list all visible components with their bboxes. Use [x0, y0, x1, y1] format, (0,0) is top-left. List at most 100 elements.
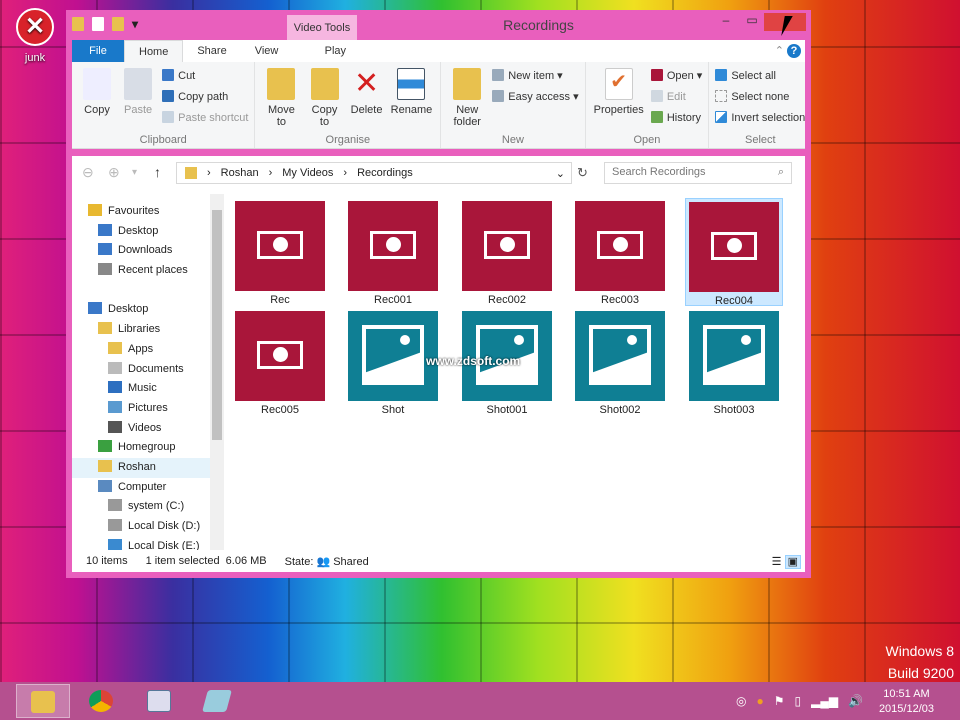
- open-button[interactable]: Open ▾: [650, 66, 702, 87]
- new-group-label: New: [501, 134, 524, 146]
- rename-button[interactable]: Rename: [389, 66, 435, 116]
- paste-button[interactable]: Paste: [119, 66, 157, 116]
- nav-item[interactable]: Documents: [72, 360, 210, 380]
- nav-item-icon: [108, 538, 122, 550]
- copy-button[interactable]: Copy: [78, 66, 116, 116]
- nav-item[interactable]: Recent places: [72, 261, 210, 281]
- nav-item[interactable]: Desktop: [72, 222, 210, 242]
- record-icon[interactable]: ◎: [736, 694, 746, 708]
- nav-item[interactable]: Computer: [72, 478, 210, 498]
- edit-button[interactable]: Edit: [650, 87, 703, 108]
- recent-locations-dropdown[interactable]: ▾: [132, 167, 137, 178]
- nav-item[interactable]: Homegroup: [72, 438, 210, 458]
- collapse-ribbon-icon[interactable]: ⌃: [775, 45, 784, 57]
- file-item[interactable]: Rec: [231, 198, 329, 306]
- paste-shortcut-button[interactable]: Paste shortcut: [162, 108, 248, 129]
- nav-item[interactable]: Local Disk (D:): [72, 517, 210, 537]
- nav-item-label: Recent places: [118, 264, 188, 277]
- invert-selection-icon: [715, 111, 728, 123]
- nav-item[interactable]: Roshan: [72, 457, 210, 478]
- wordpad-icon: [147, 690, 171, 712]
- desktop-icon-junk[interactable]: ✕ junk: [12, 8, 58, 64]
- image-file-icon: [575, 311, 665, 401]
- navigation-pane: Favourites Desktop Downloads Recent places D…: [72, 194, 210, 550]
- copy-path-button[interactable]: Copy path: [162, 87, 248, 108]
- details-view-button[interactable]: ☰: [772, 556, 782, 568]
- open-icon: [650, 69, 663, 81]
- easy-access-button[interactable]: Easy access ▾: [492, 87, 579, 108]
- taskbar-chrome[interactable]: [74, 684, 128, 718]
- new-item-button[interactable]: New item ▾: [492, 66, 578, 87]
- new-item-label: New item: [508, 70, 555, 82]
- help-icon[interactable]: ?: [787, 44, 801, 58]
- file-item[interactable]: Rec004: [685, 198, 783, 307]
- delete-button[interactable]: ✕ Delete: [348, 66, 386, 117]
- clock[interactable]: 10:51 AM 2015/12/03: [879, 687, 934, 717]
- nav-scrollbar[interactable]: [210, 194, 224, 550]
- file-item[interactable]: Rec002: [458, 198, 556, 306]
- tab-file[interactable]: File: [72, 40, 124, 62]
- file-item[interactable]: Rec003: [571, 198, 669, 306]
- new-folder-button[interactable]: New folder: [447, 66, 487, 128]
- nav-item-icon: [108, 499, 122, 512]
- back-button[interactable]: ⊖: [82, 164, 94, 181]
- nav-item-label: Apps: [128, 342, 154, 355]
- taskbar-app[interactable]: [190, 684, 244, 718]
- up-button[interactable]: ↑: [154, 164, 161, 180]
- large-icons-view-button[interactable]: ▣: [784, 554, 801, 569]
- sync-icon[interactable]: ●: [756, 694, 763, 708]
- forward-button[interactable]: ⊕: [108, 164, 120, 181]
- history-button[interactable]: History: [650, 108, 703, 129]
- taskbar-wordpad[interactable]: [132, 684, 186, 718]
- paste-label: Paste: [123, 104, 153, 116]
- nav-item[interactable]: Videos: [72, 419, 210, 439]
- refresh-button[interactable]: ↻: [577, 165, 588, 181]
- file-item[interactable]: Shot002: [571, 308, 669, 416]
- volume-icon[interactable]: 🔊: [848, 694, 863, 708]
- tab-play[interactable]: Play: [302, 40, 369, 62]
- video-file-icon: [575, 201, 665, 291]
- file-item[interactable]: Shot003: [685, 308, 783, 416]
- invert-selection-button[interactable]: Invert selection: [715, 108, 805, 129]
- address-bar[interactable]: › Roshan › My Videos › Recordings ⌄: [176, 162, 572, 184]
- scrollbar-thumb[interactable]: [212, 210, 222, 440]
- state-value: Shared: [333, 555, 369, 568]
- address-dropdown-icon[interactable]: ⌄: [556, 167, 571, 180]
- maximize-button[interactable]: ▭: [738, 13, 766, 31]
- action-center-flag-icon[interactable]: ⚑: [774, 694, 785, 708]
- file-item[interactable]: Rec001: [344, 198, 442, 306]
- select-all-button[interactable]: Select all: [715, 66, 805, 87]
- nav-item[interactable]: Downloads: [72, 241, 210, 261]
- move-to-button[interactable]: Move to: [261, 66, 301, 128]
- nav-item[interactable]: Desktop: [72, 300, 210, 320]
- nav-item[interactable]: system (C:): [72, 497, 210, 517]
- tab-view[interactable]: View: [241, 40, 293, 62]
- breadcrumb-my-videos[interactable]: My Videos: [282, 167, 333, 179]
- tab-share[interactable]: Share: [183, 40, 240, 62]
- breadcrumb-roshan[interactable]: Roshan: [221, 167, 259, 179]
- nav-item[interactable]: Favourites: [72, 202, 210, 222]
- nav-item[interactable]: Apps: [72, 340, 210, 360]
- nav-item[interactable]: Pictures: [72, 399, 210, 419]
- properties-button[interactable]: ✔ Properties: [592, 66, 646, 116]
- nav-item[interactable]: Libraries: [72, 320, 210, 340]
- title-bar[interactable]: ▾ Video Tools Recordings – ▭: [66, 10, 811, 40]
- nav-item[interactable]: Local Disk (E:): [72, 537, 210, 550]
- network-icon[interactable]: ▂▄▆: [811, 694, 838, 708]
- search-input[interactable]: Search Recordings ⌕: [604, 162, 792, 184]
- taskbar-file-explorer[interactable]: [16, 684, 70, 718]
- nav-item-icon: [98, 440, 112, 453]
- select-none-button[interactable]: Select none: [715, 87, 805, 108]
- cut-button[interactable]: Cut: [162, 66, 248, 87]
- minimize-button[interactable]: –: [712, 13, 740, 31]
- file-item[interactable]: Rec005: [231, 308, 329, 416]
- power-icon[interactable]: ▯: [795, 694, 802, 708]
- copy-to-button[interactable]: Copy to: [305, 66, 345, 128]
- move-to-icon: [267, 68, 296, 100]
- search-icon: ⌕: [777, 166, 784, 178]
- tab-home[interactable]: Home: [124, 40, 184, 62]
- copy-to-icon: [310, 68, 339, 100]
- select-all-label: Select all: [731, 70, 776, 82]
- nav-item[interactable]: Music: [72, 379, 210, 399]
- breadcrumb-recordings[interactable]: Recordings: [357, 167, 413, 179]
